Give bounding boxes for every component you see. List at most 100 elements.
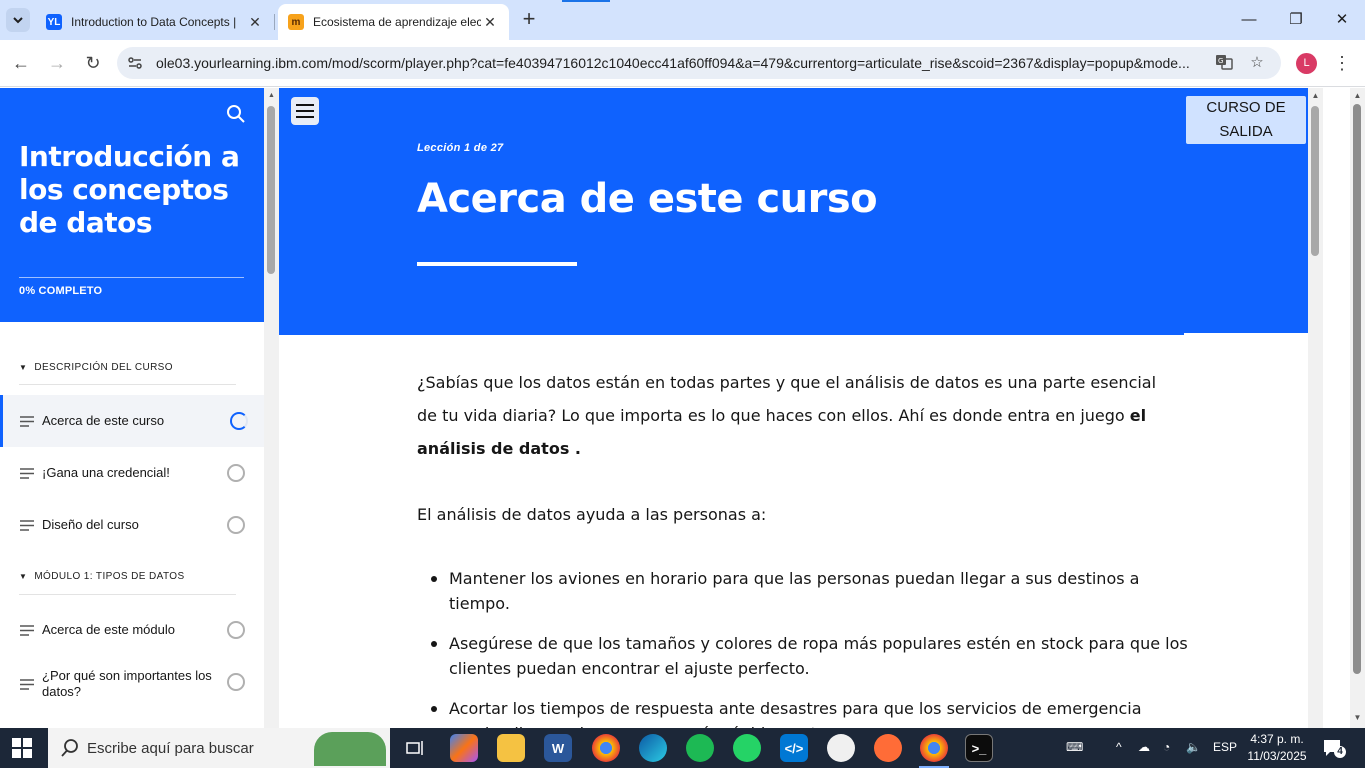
restore-window-icon[interactable]: ❐ (1284, 8, 1308, 32)
minimize-window-icon[interactable]: — (1237, 8, 1261, 32)
close-tab-icon[interactable]: ✕ (246, 14, 264, 31)
not-started-icon (227, 516, 245, 534)
tab-loading-indicator (562, 0, 610, 2)
page-scroll-thumb[interactable] (1353, 104, 1361, 674)
translate-icon[interactable]: G (1214, 53, 1234, 73)
onedrive-icon[interactable]: ☁ (1138, 740, 1150, 754)
bookmark-star-icon[interactable]: ☆ (1247, 53, 1267, 73)
in-progress-icon (230, 412, 248, 430)
search-icon[interactable] (226, 104, 246, 124)
reload-icon[interactable]: ↻ (80, 50, 106, 76)
copilot-icon[interactable] (450, 734, 478, 762)
input-language[interactable]: ESP (1213, 740, 1237, 754)
sidebar-scroll-thumb[interactable] (267, 106, 275, 274)
lesson-text-icon (20, 415, 34, 427)
postman-icon[interactable] (874, 734, 902, 762)
intro-paragraph: ¿Sabías que los datos están en todas par… (417, 366, 1177, 465)
chrome-active-icon[interactable] (920, 734, 948, 762)
tab-title: Introduction to Data Concepts | (71, 15, 237, 29)
analysis-intro-paragraph: El análisis de datos ayuda a las persona… (417, 505, 767, 524)
sidebar-item-gana-credencial[interactable]: ¡Gana una credencial! (0, 447, 264, 499)
forward-arrow-icon[interactable]: → (44, 50, 70, 76)
edge-icon[interactable] (639, 734, 667, 762)
search-highlight-illustration-icon (314, 732, 386, 766)
profile-avatar[interactable]: L (1296, 53, 1317, 74)
new-tab-button[interactable]: + (517, 8, 541, 32)
scroll-down-arrow-icon[interactable]: ▼ (1350, 713, 1365, 722)
sidebar-header: Introducción a los conceptos de datos 0%… (0, 88, 264, 322)
menu-toggle-button[interactable] (291, 97, 319, 125)
not-started-icon (227, 621, 245, 639)
content-scroll-thumb[interactable] (1311, 106, 1319, 256)
title-underline (417, 262, 577, 266)
chrome-icon[interactable] (592, 734, 620, 762)
sidebar-scrollbar[interactable]: ▲ (264, 88, 279, 728)
notification-center-icon[interactable]: 4 (1322, 738, 1346, 758)
sidebar-item-acerca-curso[interactable]: Acerca de este curso (0, 395, 264, 447)
github-icon[interactable] (827, 734, 855, 762)
collapse-triangle-icon: ▼ (19, 363, 28, 372)
windows-start-icon[interactable] (12, 738, 32, 758)
back-arrow-icon[interactable]: ← (8, 50, 34, 76)
content-scrollbar[interactable]: ▲ (1308, 88, 1323, 728)
course-sidebar: Introducción a los conceptos de datos 0%… (0, 88, 264, 728)
svg-text:G: G (1218, 57, 1223, 65)
sidebar-item-label: Diseño del curso (42, 517, 139, 532)
section-header-modulo-1[interactable]: ▼ MÓDULO 1: TIPOS DE DATOS (19, 571, 185, 582)
scroll-up-arrow-icon[interactable]: ▲ (1308, 91, 1323, 100)
tab-title: Ecosistema de aprendizaje elect (313, 15, 481, 29)
whatsapp-icon[interactable] (733, 734, 761, 762)
not-started-icon (227, 464, 245, 482)
sidebar-item-diseno-curso[interactable]: Diseño del curso (0, 499, 264, 551)
sidebar-item-label: ¡Gana una credencial! (42, 465, 170, 480)
moodle-favicon-icon: m (288, 14, 304, 30)
address-bar[interactable]: ole03.yourlearning.ibm.com/mod/scorm/pla… (117, 47, 1281, 79)
scroll-up-arrow-icon[interactable]: ▲ (1350, 91, 1365, 100)
intro-text: ¿Sabías que los datos están en todas par… (417, 373, 1157, 425)
scroll-up-arrow-icon[interactable]: ▲ (267, 92, 276, 99)
spotify-icon[interactable] (686, 734, 714, 762)
word-icon[interactable]: W (544, 734, 572, 762)
browser-menu-icon[interactable]: ⋮ (1333, 51, 1351, 75)
page-scrollbar[interactable]: ▲ ▼ (1350, 88, 1365, 728)
windows-taskbar: Escribe aquí para buscar W </> >_ ⌨ ^ ☁ … (0, 728, 1365, 768)
lesson-header: CURSO DE SALIDA Lección 1 de 27 Acerca d… (279, 88, 1308, 333)
close-tab-icon[interactable]: ✕ (481, 14, 499, 31)
search-icon (61, 739, 78, 757)
terminal-icon[interactable]: >_ (965, 734, 993, 762)
exit-course-button[interactable]: CURSO DE SALIDA (1186, 96, 1306, 144)
system-clock[interactable]: 4:37 p. m. 11/03/2025 (1246, 731, 1308, 765)
lesson-text-icon (20, 624, 34, 636)
yourlearning-favicon-icon: YL (46, 14, 62, 30)
search-placeholder: Escribe aquí para buscar (87, 740, 254, 757)
sidebar-item-label: Acerca de este curso (42, 413, 165, 428)
sidebar-item-por-que-datos[interactable]: ¿Por qué son importantes los datos? (0, 662, 264, 706)
close-window-icon[interactable]: ✕ (1330, 8, 1354, 32)
url-text[interactable]: ole03.yourlearning.ibm.com/mod/scorm/pla… (156, 55, 1201, 71)
tab-separator (274, 14, 275, 30)
section-divider (19, 384, 236, 385)
lesson-text-icon (20, 678, 34, 690)
tab-search-button[interactable] (6, 8, 30, 32)
volume-icon[interactable]: 🔈 (1186, 740, 1201, 754)
show-hidden-icons-chevron-icon[interactable]: ^ (1116, 740, 1122, 754)
sidebar-item-acerca-modulo[interactable]: Acerca de este módulo (0, 604, 264, 656)
benefits-list: Mantener los aviones en horario para que… (431, 566, 1189, 728)
tab-introduction-data-concepts[interactable]: YL Introduction to Data Concepts | ✕ (36, 4, 274, 40)
sidebar-item-label: ¿Por qué son importantes los datos? (42, 668, 212, 699)
lesson-title: Acerca de este curso (417, 176, 878, 222)
browser-tab-strip: YL Introduction to Data Concepts | ✕ m E… (0, 0, 1365, 40)
list-item: Acortar los tiempos de respuesta ante de… (431, 696, 1189, 728)
lesson-text-icon (20, 519, 34, 531)
section-label: MÓDULO 1: TIPOS DE DATOS (34, 571, 185, 582)
wifi-icon[interactable]: ◔ (1163, 740, 1170, 754)
site-info-icon[interactable] (127, 55, 143, 71)
section-header-descripcion[interactable]: ▼ DESCRIPCIÓN DEL CURSO (19, 362, 173, 373)
file-explorer-icon[interactable] (497, 734, 525, 762)
keyboard-icon[interactable]: ⌨ (1066, 740, 1083, 754)
taskbar-search-box[interactable]: Escribe aquí para buscar (48, 728, 390, 768)
task-view-icon[interactable] (401, 734, 429, 762)
tab-ecosistema-aprendizaje[interactable]: m Ecosistema de aprendizaje elect ✕ (278, 4, 509, 40)
vscode-icon[interactable]: </> (780, 734, 808, 762)
list-item: Mantener los aviones en horario para que… (431, 566, 1189, 616)
